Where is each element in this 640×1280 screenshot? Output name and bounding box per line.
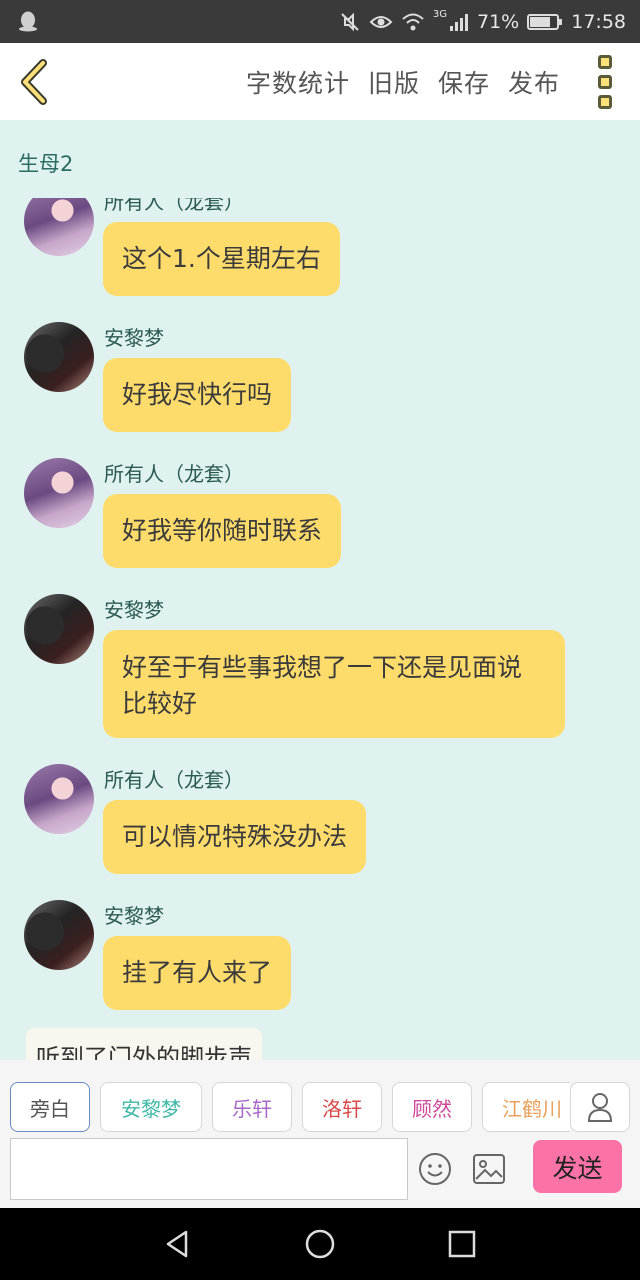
role-tab-luoxuan[interactable]: 洛轩 — [302, 1082, 382, 1132]
composer: 旁白 安黎梦 乐轩 洛轩 顾然 江鹤川 发送 — [0, 1060, 640, 1208]
message-bubble[interactable]: 这个1.个星期左右 — [103, 222, 340, 296]
eye-icon — [369, 15, 393, 28]
avatar[interactable] — [24, 322, 94, 392]
message-list[interactable]: 所有人（龙套） 这个1.个星期左右 安黎梦 好我尽快行吗 所有人（龙套） 好我等… — [0, 198, 640, 1060]
sender-name: 所有人（龙套） — [104, 462, 244, 486]
more-dot-icon — [598, 55, 612, 69]
message-bubble[interactable]: 好至于有些事我想了一下还是见面说比较好 — [103, 630, 565, 738]
save-button[interactable]: 保存 — [438, 64, 490, 100]
more-dot-icon — [598, 95, 612, 109]
battery-icon — [527, 13, 563, 30]
emoji-icon[interactable] — [418, 1152, 452, 1186]
role-selector: 旁白 安黎梦 乐轩 洛轩 顾然 江鹤川 — [10, 1082, 570, 1134]
avatar[interactable] — [24, 900, 94, 970]
narration-bubble[interactable]: 听到了门外的脚步声 — [26, 1028, 262, 1060]
back-triangle-icon[interactable] — [162, 1228, 194, 1260]
status-bar: 3G 71% 17:58 — [0, 0, 640, 43]
avatar[interactable] — [24, 458, 94, 528]
message-input[interactable] — [10, 1138, 408, 1200]
role-tab-jianghechuan[interactable]: 江鹤川 — [482, 1082, 570, 1132]
more-dot-icon — [598, 75, 612, 89]
send-button[interactable]: 发送 — [533, 1140, 622, 1193]
role-tab-lexuan[interactable]: 乐轩 — [212, 1082, 292, 1132]
top-nav-bar: 字数统计 旧版 保存 发布 — [0, 43, 640, 120]
sender-name: 安黎梦 — [104, 598, 164, 622]
avatar[interactable] — [24, 764, 94, 834]
role-tab-anlimeng[interactable]: 安黎梦 — [100, 1082, 202, 1132]
chat-area[interactable]: 生母2 所有人（龙套） 这个1.个星期左右 安黎梦 好我尽快行吗 所有人（龙套）… — [0, 120, 640, 1060]
person-icon — [587, 1093, 613, 1122]
mute-icon — [341, 12, 359, 31]
avatar[interactable] — [24, 594, 94, 664]
chapter-title: 生母2 — [18, 152, 74, 176]
word-count-button[interactable]: 字数统计 — [246, 64, 350, 100]
sender-name: 所有人（龙套） — [104, 198, 244, 214]
back-button[interactable] — [14, 57, 54, 107]
nav-actions: 字数统计 旧版 保存 发布 — [246, 43, 560, 120]
home-circle-icon[interactable] — [304, 1228, 336, 1260]
image-icon[interactable] — [472, 1153, 506, 1185]
chevron-left-icon — [21, 59, 47, 105]
avatar[interactable] — [24, 198, 94, 256]
signal-icon — [450, 13, 468, 31]
character-manager-button[interactable] — [570, 1082, 630, 1132]
sender-name: 所有人（龙套） — [104, 768, 244, 792]
message-bubble[interactable]: 好我尽快行吗 — [103, 358, 292, 432]
sender-name: 安黎梦 — [104, 904, 164, 928]
recents-square-icon[interactable] — [446, 1228, 478, 1260]
wifi-icon — [402, 13, 424, 30]
publish-button[interactable]: 发布 — [508, 64, 560, 100]
old-version-button[interactable]: 旧版 — [368, 64, 420, 100]
battery-percent: 71% — [477, 10, 520, 33]
message-bubble[interactable]: 好我等你随时联系 — [103, 494, 342, 568]
qq-penguin-icon — [19, 11, 37, 32]
more-menu-button[interactable] — [594, 55, 616, 109]
clock: 17:58 — [571, 10, 626, 33]
system-navigation-bar — [0, 1208, 640, 1280]
role-tab-guran[interactable]: 顾然 — [392, 1082, 472, 1132]
message-bubble[interactable]: 挂了有人来了 — [103, 936, 292, 1010]
network-type: 3G — [432, 9, 447, 20]
role-tab-narrator[interactable]: 旁白 — [10, 1082, 90, 1132]
message-bubble[interactable]: 可以情况特殊没办法 — [103, 800, 367, 874]
sender-name: 安黎梦 — [104, 326, 164, 350]
